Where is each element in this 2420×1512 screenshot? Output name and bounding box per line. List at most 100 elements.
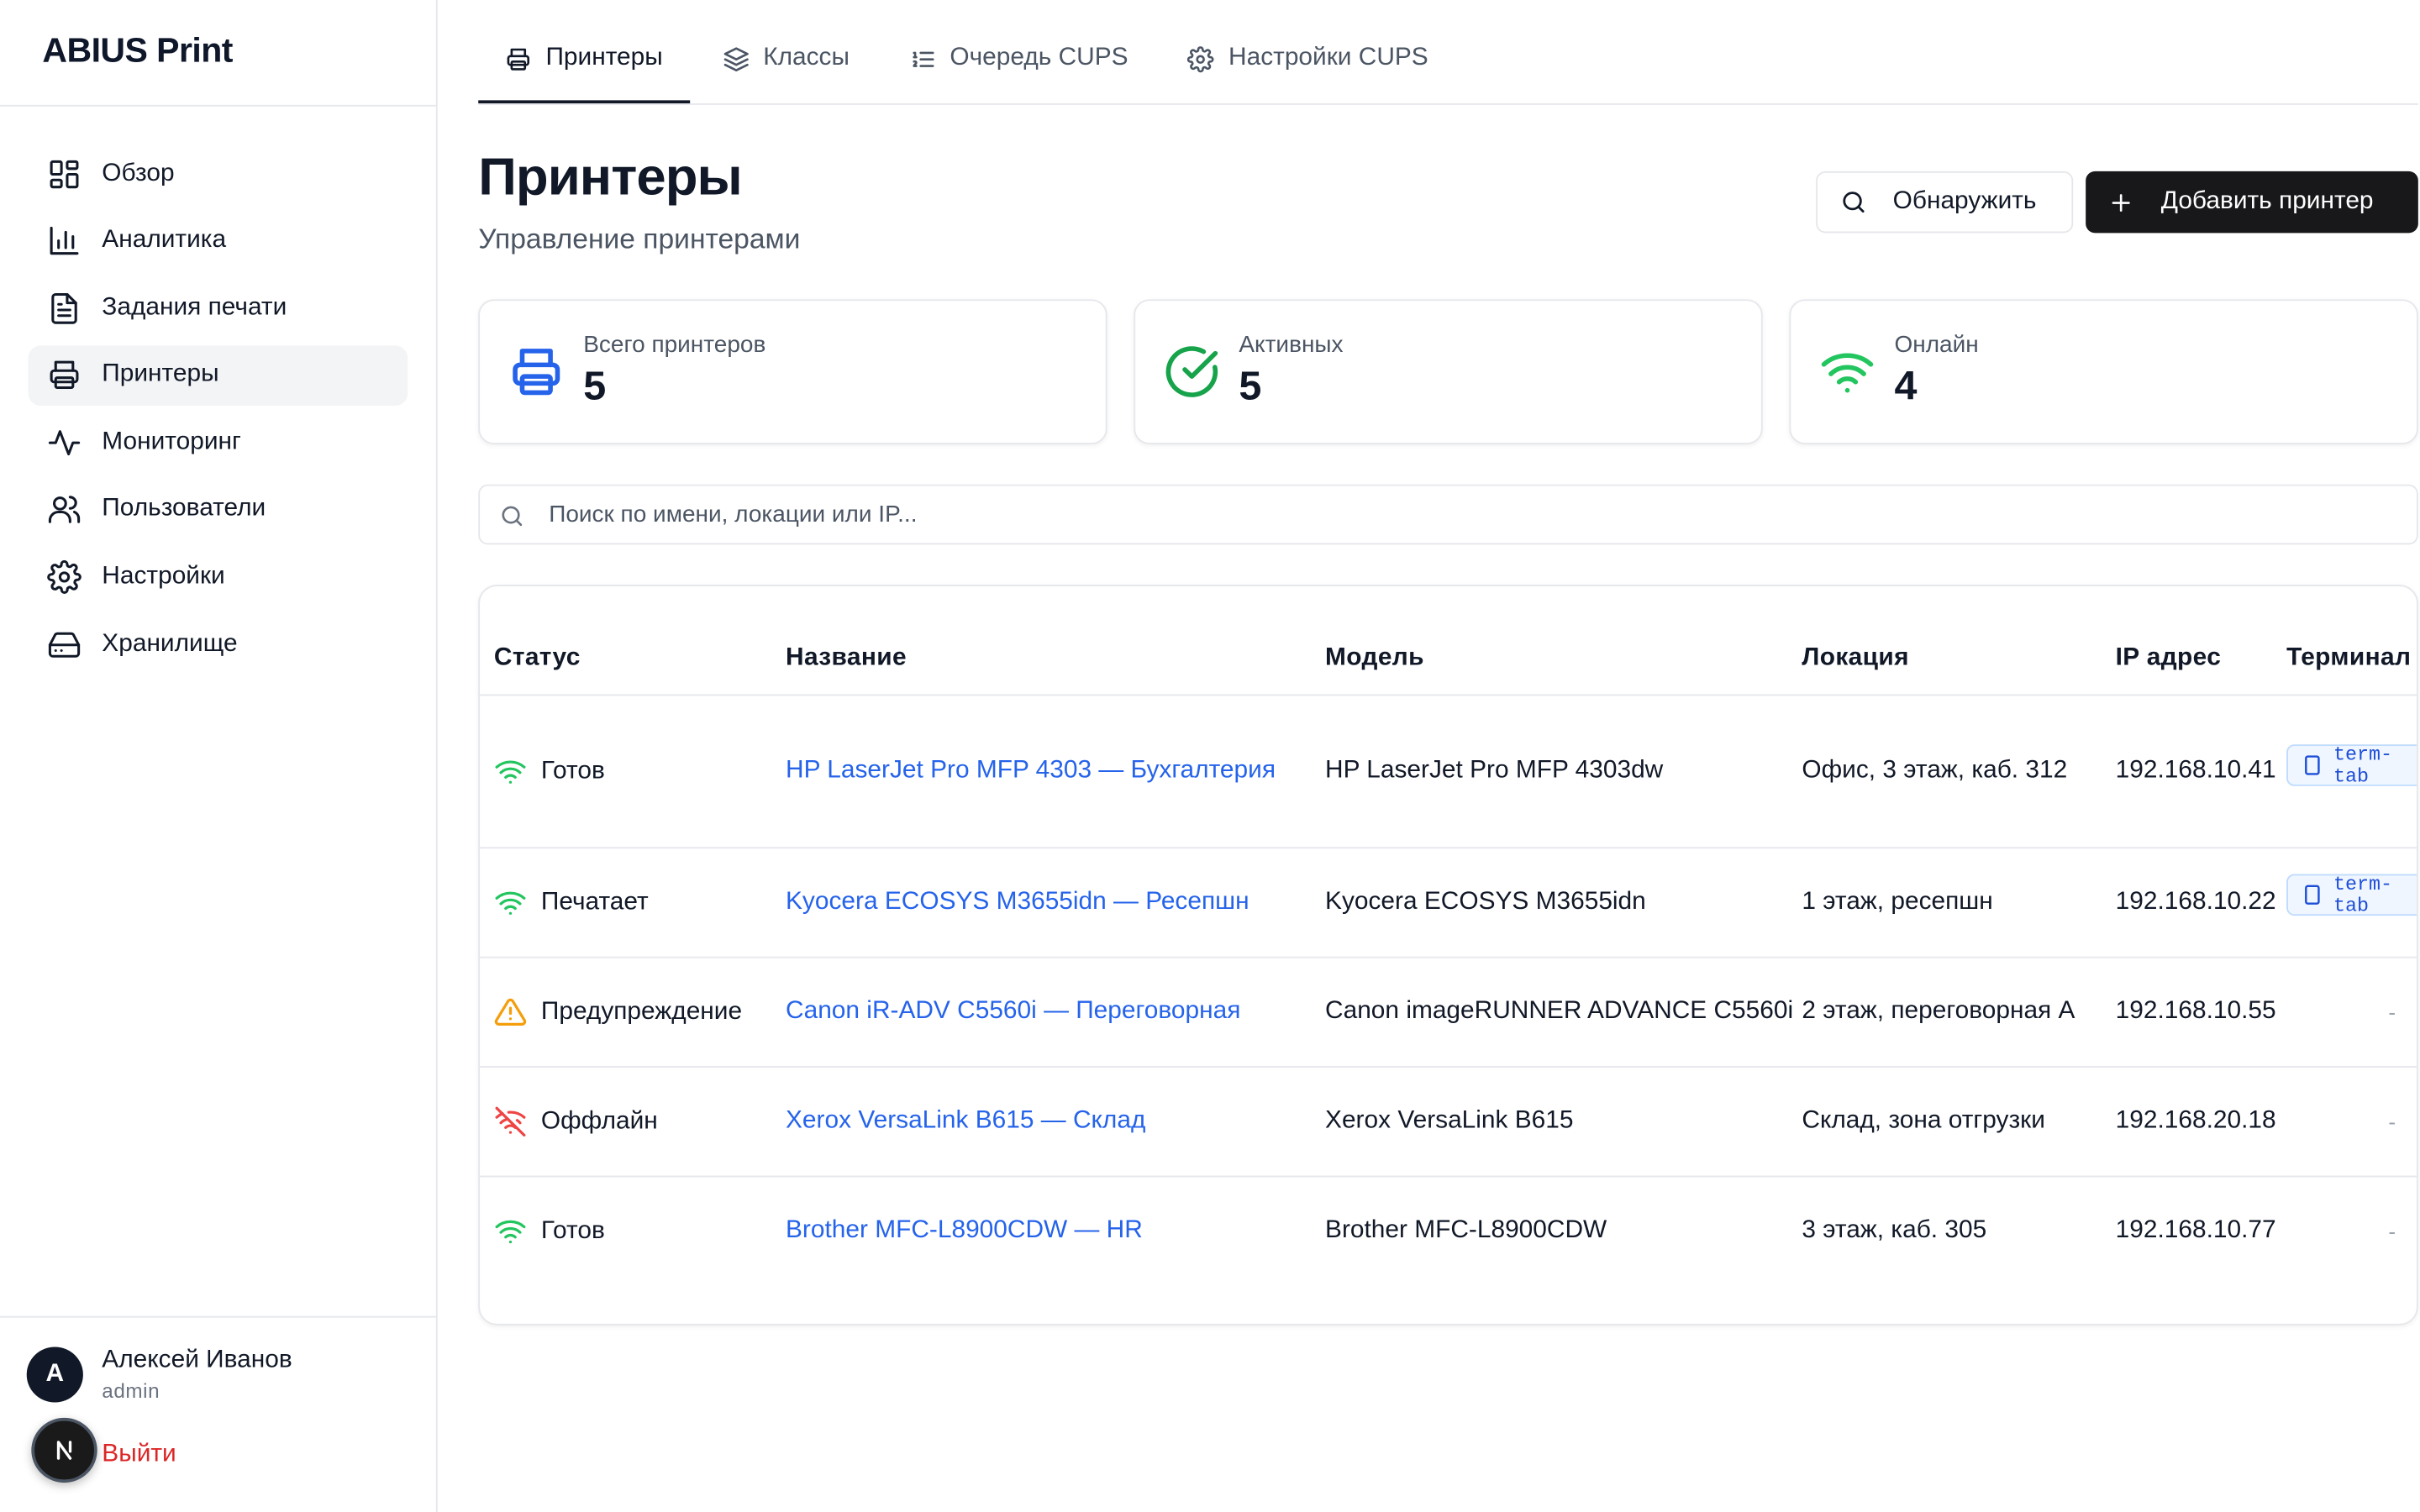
stat-value: 4 <box>1894 362 1918 409</box>
column-header-status[interactable]: Статус <box>494 645 581 673</box>
sidebar-item-label: Обзор <box>102 160 175 186</box>
search-input[interactable] <box>549 486 2400 543</box>
location-cell: 3 этаж, каб. 305 <box>1802 1217 1987 1244</box>
column-header-model[interactable]: Модель <box>1325 645 1424 673</box>
sidebar-item-users[interactable]: Пользователи <box>29 480 408 540</box>
sidebar-item-label: Настройки <box>102 563 225 590</box>
status-cell: Печатает <box>494 886 649 919</box>
printers-table: Статус Название Модель Локация IP адрес … <box>478 585 2418 1326</box>
printer-icon <box>507 47 530 70</box>
nextjs-devtools-button[interactable] <box>31 1417 97 1483</box>
status-text: Печатает <box>540 888 649 916</box>
printer-icon <box>50 361 79 390</box>
model-cell: Xerox VersaLink B615 <box>1325 1107 1574 1134</box>
printer-name-link[interactable]: Kyocera ECOSYS M3655idn — Ресепшн <box>786 889 1249 916</box>
user-role: admin <box>102 1379 160 1403</box>
ip-cell: 192.168.10.77 <box>2115 1217 2276 1244</box>
status-cell: Готов <box>494 755 605 788</box>
terminal-empty: - <box>2388 1000 2396 1025</box>
tablet-icon <box>2305 885 2320 905</box>
status-cell: Оффлайн <box>494 1105 658 1138</box>
terminal-empty: - <box>2388 1218 2396 1244</box>
sidebar-item-storage[interactable]: Хранилище <box>29 614 408 675</box>
printer-name-link[interactable]: Xerox VersaLink B615 — Склад <box>786 1108 1145 1136</box>
location-cell: 1 этаж, ресепшн <box>1802 888 1993 916</box>
terminal-text: term-tab <box>2333 873 2393 916</box>
tab-classes[interactable]: Классы <box>696 35 876 103</box>
list-ordered-icon <box>912 50 934 66</box>
user-name: Алексей Иванов <box>102 1347 292 1373</box>
printer-name-link[interactable]: HP LaserJet Pro MFP 4303 — Бухгалтерия <box>786 758 1276 785</box>
column-header-name[interactable]: Название <box>786 645 907 673</box>
sidebar-item-label: Пользователи <box>102 496 266 522</box>
ip-cell: 192.168.10.55 <box>2115 998 2276 1025</box>
logout-button[interactable]: Выйти <box>102 1441 176 1468</box>
tab-printers[interactable]: Принтеры <box>478 35 690 104</box>
tab-cups-queue[interactable]: Очередь CUPS <box>882 35 1155 103</box>
status-text: Оффлайн <box>540 1107 658 1134</box>
tab-label: Классы <box>763 45 850 71</box>
tab-cups-settings[interactable]: Настройки CUPS <box>1161 35 1455 103</box>
sidebar-item-label: Мониторинг <box>102 428 241 455</box>
layers-icon <box>723 46 749 71</box>
location-cell: 2 этаж, переговорная А <box>1802 998 2075 1025</box>
printer-icon <box>513 349 560 396</box>
sidebar-item-settings[interactable]: Настройки <box>29 547 408 607</box>
page-title: Принтеры <box>478 148 743 207</box>
table-row[interactable]: Печатает Kyocera ECOSYS M3655idn — Ресеп… <box>480 848 2417 958</box>
add-printer-button-label: Добавить принтер <box>2160 188 2374 215</box>
search-icon <box>1843 192 1865 213</box>
sidebar-item-print-jobs[interactable]: Задания печати <box>29 278 408 339</box>
model-cell: Kyocera ECOSYS M3655idn <box>1325 888 1646 916</box>
add-printer-button[interactable]: Добавить принтер <box>2086 171 2418 234</box>
wifi-icon <box>495 760 526 784</box>
tablet-icon <box>2305 755 2320 775</box>
hard-drive-icon <box>48 632 81 658</box>
sidebar-item-printers[interactable]: Принтеры <box>28 345 408 406</box>
tab-bar: Принтеры Классы Очередь CUPS Настройки C… <box>478 0 2418 105</box>
model-cell: HP LaserJet Pro MFP 4303dw <box>1325 757 1664 785</box>
sidebar-item-label: Аналитика <box>102 227 227 254</box>
column-header-ip[interactable]: IP адрес <box>2116 645 2222 673</box>
status-cell: Предупреждение <box>494 996 742 1029</box>
warning-icon <box>494 998 527 1026</box>
terminal-badge[interactable]: term-tab <box>2286 873 2417 916</box>
wifi-icon <box>495 891 526 915</box>
stat-card-online: Онлайн 4 <box>1789 299 2418 444</box>
location-cell: Склад, зона отгрузки <box>1802 1107 2045 1134</box>
stat-label: Онлайн <box>1894 331 1979 359</box>
discover-button[interactable]: Обнаружить <box>1816 171 2074 234</box>
wifi-icon <box>1821 353 1874 393</box>
column-header-location[interactable]: Локация <box>1802 645 1909 673</box>
ip-cell: 192.168.20.18 <box>2115 1107 2276 1134</box>
terminal-badge[interactable]: term-tab <box>2286 743 2417 787</box>
model-cell: Brother MFC-L8900CDW <box>1325 1217 1607 1244</box>
terminal-text: term-tab <box>2333 743 2393 787</box>
table-header: Статус Название Модель Локация IP адрес … <box>480 586 2417 696</box>
table-row[interactable]: Готов Brother MFC-L8900CDW — HR Brother … <box>480 1177 2417 1286</box>
sidebar-item-analytics[interactable]: Аналитика <box>29 211 408 271</box>
status-text: Предупреждение <box>540 998 743 1025</box>
bar-chart-icon <box>50 227 79 255</box>
avatar[interactable]: А <box>26 1347 83 1403</box>
search-icon <box>502 506 523 527</box>
search-box <box>478 484 2418 545</box>
ip-cell: 192.168.10.22 <box>2115 888 2276 916</box>
stat-label: Активных <box>1239 331 1344 359</box>
users-icon <box>48 496 81 524</box>
printer-name-link[interactable]: Canon iR-ADV C5560i — Переговорная <box>786 998 1240 1026</box>
wifi-icon <box>495 1220 526 1244</box>
sidebar-nav: Обзор Аналитика Задания печати Принтеры … <box>0 107 436 675</box>
printer-name-link[interactable]: Brother MFC-L8900CDW — HR <box>786 1217 1143 1245</box>
tab-label: Очередь CUPS <box>950 45 1128 71</box>
table-row[interactable]: Оффлайн Xerox VersaLink B615 — Склад Xer… <box>480 1068 2417 1178</box>
table-row[interactable]: Предупреждение Canon iR-ADV C5560i — Пер… <box>480 958 2417 1068</box>
stat-value: 5 <box>1239 362 1262 409</box>
app-brand: ABIUS Print <box>0 0 436 107</box>
sidebar-item-overview[interactable]: Обзор <box>29 144 408 204</box>
sidebar-item-monitoring[interactable]: Мониторинг <box>29 412 408 473</box>
stat-value: 5 <box>583 362 607 409</box>
user-block: А Алексей Иванов admin Выйти <box>0 1315 436 1512</box>
table-row[interactable]: Готов HP LaserJet Pro MFP 4303 — Бухгалт… <box>480 696 2417 849</box>
column-header-terminal[interactable]: Терминал <box>2286 645 2411 673</box>
